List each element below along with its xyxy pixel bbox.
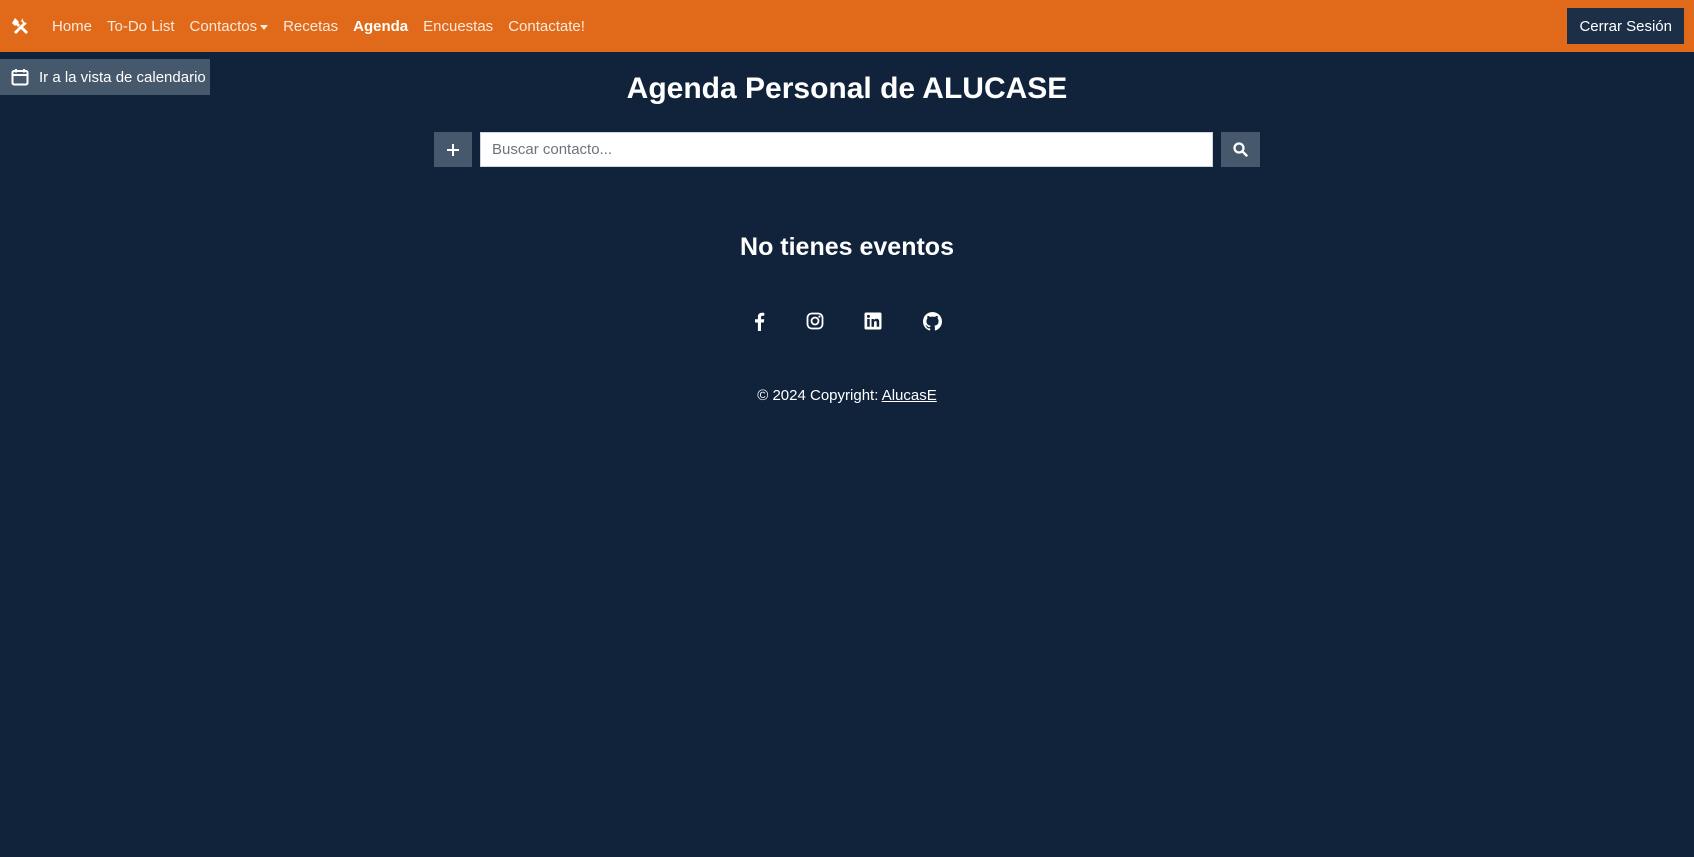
page-title: Agenda Personal de ALUCASE bbox=[626, 72, 1068, 105]
search-icon bbox=[1233, 142, 1248, 157]
nav-link-contactate[interactable]: Contactate! bbox=[508, 18, 585, 35]
navbar: Home To-Do List Contactos Recetas Agenda… bbox=[0, 0, 1694, 52]
caret-down-icon bbox=[260, 24, 269, 30]
nav-link-recetas[interactable]: Recetas bbox=[283, 18, 338, 35]
logout-button[interactable]: Cerrar Sesión bbox=[1567, 8, 1684, 44]
brand-tools-icon[interactable] bbox=[0, 0, 40, 52]
plus-icon bbox=[447, 143, 459, 156]
add-event-button[interactable] bbox=[434, 132, 472, 167]
no-events-message: No tienes eventos bbox=[740, 233, 954, 261]
nav-links: Home To-Do List Contactos Recetas Agenda… bbox=[52, 0, 600, 52]
nav-link-home[interactable]: Home bbox=[52, 18, 92, 35]
tools-icon bbox=[12, 18, 28, 34]
nav-link-encuestas[interactable]: Encuestas bbox=[423, 18, 493, 35]
linkedin-icon[interactable] bbox=[863, 311, 883, 331]
copyright-text: © 2024 Copyright: bbox=[757, 387, 882, 404]
facebook-icon[interactable] bbox=[749, 311, 769, 331]
search-contact-input[interactable] bbox=[480, 132, 1213, 167]
github-icon[interactable] bbox=[922, 311, 942, 331]
nav-link-contactos-dropdown[interactable]: Contactos bbox=[190, 18, 269, 35]
copyright: © 2024 Copyright: AlucasE bbox=[0, 387, 1694, 404]
nav-link-contactos-label: Contactos bbox=[189, 17, 258, 35]
copyright-link[interactable]: AlucasE bbox=[882, 387, 937, 404]
instagram-icon[interactable] bbox=[805, 311, 825, 331]
search-button[interactable] bbox=[1221, 132, 1260, 167]
nav-link-todo-list[interactable]: To-Do List bbox=[107, 18, 175, 35]
nav-link-agenda[interactable]: Agenda bbox=[353, 18, 408, 35]
